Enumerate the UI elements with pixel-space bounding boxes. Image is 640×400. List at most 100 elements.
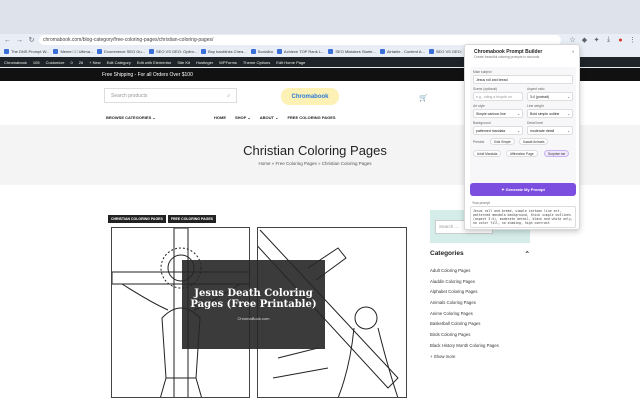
bookmark-label: Airtable - Content A...	[386, 48, 425, 54]
featured-post-image[interactable]: Jesus Death Coloring Pages (Free Printab…	[109, 227, 410, 398]
category-item[interactable]: Basketball Coloring Pages	[430, 319, 530, 330]
preset-adult-mandala[interactable]: Adult Mandala	[473, 150, 502, 157]
back-icon[interactable]: ←	[3, 36, 12, 45]
style-value: Simple cartoon line	[476, 111, 506, 116]
bookmark-item[interactable]: The DNS Prompt W...	[4, 48, 50, 54]
category-item[interactable]: Adult Coloring Pages	[430, 266, 530, 277]
wp-admin-item[interactable]: WPForms	[219, 60, 237, 65]
bookmark-icon	[250, 48, 256, 54]
browse-label: BROWSE CATEGORIES	[106, 114, 152, 120]
aspect-value: 3:4 (portrait)	[530, 94, 550, 99]
wp-admin-item[interactable]: 105	[33, 60, 40, 65]
extension-icon[interactable]: ◆	[580, 36, 589, 45]
bookmark-item[interactable]: Buy backlinks Chea...	[201, 48, 247, 54]
bookmark-item[interactable]: Achieve TOP Rank L...	[276, 48, 324, 54]
bookmark-label: SEO Mistakes Starte...	[335, 48, 376, 54]
preset-surprise-me[interactable]: Surprise me	[544, 150, 570, 157]
show-more-link[interactable]: + Show more	[430, 354, 455, 359]
bookmark-item[interactable]: Ecommerce SEO Gu...	[97, 48, 145, 54]
category-list: Adult Coloring Pages Aladdin Coloring Pa…	[430, 266, 530, 352]
bookmark-icon	[53, 48, 59, 54]
wp-admin-item[interactable]: Customize	[46, 60, 65, 65]
prompt-output[interactable]: Jesus roll and bread, simple cartoon lin…	[470, 206, 576, 228]
category-item[interactable]: Aladdin Coloring Pages	[430, 277, 530, 288]
aspect-select[interactable]: 3:4 (portrait) ⌄	[527, 92, 573, 101]
menu-icon[interactable]: ⋮	[628, 36, 637, 45]
bookmark-label: Meme □□ Ultima...	[60, 48, 94, 54]
bookmark-item[interactable]: Meme □□ Ultima...	[53, 48, 94, 54]
extension-subtitle: Create beautiful coloring prompts in sec…	[474, 55, 540, 59]
bookmark-label: The DNS Prompt W...	[11, 48, 50, 54]
sidebar-search-placeholder: Search ...	[439, 224, 459, 229]
bookmark-item[interactable]: SEO VS GEO: Optim...	[148, 48, 198, 54]
browse-categories-menu[interactable]: BROWSE CATEGORIES ⌄	[106, 115, 214, 120]
category-item[interactable]: Animals Coloring Pages	[430, 298, 530, 309]
nav-shop[interactable]: SHOP ⌄	[235, 115, 251, 120]
logo-text: Chromabook	[291, 93, 329, 100]
wp-admin-item[interactable]: + New	[89, 60, 100, 65]
chevron-down-icon: ⌄	[567, 94, 570, 99]
theme-toggle-icon[interactable]: ◐	[572, 49, 575, 55]
preset-kawaii-animals[interactable]: Kawaii Animals	[519, 138, 549, 145]
bookmark-icon	[428, 48, 434, 54]
preset-affirmation-page[interactable]: Affirmation Page	[506, 150, 538, 157]
extension-popup: Chromabook Prompt Builder Create beautif…	[464, 44, 580, 230]
detail-select[interactable]: moderate detail ⌄	[527, 126, 573, 135]
featured-title-overlay: Jesus Death Coloring Pages (Free Printab…	[182, 260, 325, 349]
bookmark-label: SEO VS GEO:	[435, 48, 462, 54]
wp-admin-item[interactable]: 0	[71, 60, 73, 65]
extensions-puzzle-icon[interactable]: ✦	[592, 36, 601, 45]
preset-kids-simple[interactable]: Kids Simple	[490, 138, 515, 145]
bookmark-label: Socialbu	[257, 48, 273, 54]
site-logo[interactable]: Chromabook	[281, 88, 339, 105]
bookmark-label: SEO VS GEO: Optim...	[155, 48, 198, 54]
main-subject-field[interactable]: Jesus roll and bread	[473, 75, 573, 84]
presets-label: Presets	[473, 140, 485, 144]
forward-icon[interactable]: →	[15, 36, 24, 45]
wp-admin-item[interactable]: Edit with Elementor	[137, 60, 171, 65]
category-item[interactable]: Birds Coloring Pages	[430, 330, 530, 341]
category-item[interactable]: Anime Coloring Pages	[430, 309, 530, 320]
nav-free-coloring-pages[interactable]: FREE COLORING PAGES	[287, 115, 335, 120]
cart-icon[interactable]: 🛒	[419, 94, 428, 102]
url-text: chromabook.com/blog-category/free-colori…	[43, 37, 214, 43]
bookmark-item[interactable]: SEO Mistakes Starte...	[328, 48, 376, 54]
download-icon[interactable]: ⤓	[604, 36, 613, 45]
bookmark-item[interactable]: SEO VS GEO:	[428, 48, 462, 54]
bookmark-icon	[97, 48, 103, 54]
categories-heading: Categories ⌃	[430, 250, 530, 258]
scene-label: Scene (optional)	[473, 87, 498, 91]
bookmark-icon	[4, 48, 9, 54]
generate-prompt-button[interactable]: ✦ Generate My Prompt	[470, 183, 576, 196]
profile-avatar-icon[interactable]: ●	[616, 36, 625, 45]
wp-admin-item[interactable]: Chromabook	[4, 60, 27, 65]
wp-admin-item[interactable]: Edit Category	[107, 60, 131, 65]
style-label: Art style	[473, 104, 485, 108]
background-select[interactable]: patterned mandala ⌄	[473, 126, 523, 135]
product-search-input[interactable]: Search products ⌕	[104, 88, 237, 103]
bookmark-item[interactable]: Airtable - Content A...	[379, 48, 425, 54]
bookmark-icon	[379, 48, 385, 54]
style-select[interactable]: Simple cartoon line ⌄	[473, 109, 523, 118]
scene-field[interactable]: e.g., riding a bicycle on	[473, 92, 523, 101]
bookmark-item[interactable]: Socialbu	[250, 48, 273, 54]
category-item[interactable]: Black History Month Coloring Pages	[430, 341, 530, 352]
nav-home[interactable]: HOME	[214, 115, 226, 120]
wp-admin-item[interactable]: Theme Options	[243, 60, 270, 65]
reload-icon[interactable]: ↻	[27, 36, 36, 45]
category-item[interactable]: Alphabet Coloring Pages	[430, 287, 530, 298]
line-select[interactable]: Bold simple outline ⌄	[527, 109, 573, 118]
search-icon[interactable]: ⌕	[227, 93, 230, 99]
nav-about[interactable]: ABOUT ⌄	[260, 115, 279, 120]
nav-links: HOME SHOP ⌄ ABOUT ⌄ FREE COLORING PAGES	[214, 115, 336, 120]
wp-admin-item[interactable]: Hostinger	[196, 60, 213, 65]
featured-watermark: ChromaBook.com	[237, 316, 270, 321]
wp-admin-item[interactable]: Edit Home Page	[276, 60, 305, 65]
background-value: patterned mandala	[476, 128, 506, 133]
wp-admin-item[interactable]: Site Kit	[177, 60, 190, 65]
bookmark-icon	[201, 48, 207, 54]
tag-free[interactable]: FREE COLORING PAGES	[167, 215, 216, 223]
wp-admin-item[interactable]: 26	[79, 60, 83, 65]
chevron-up-icon[interactable]: ⌃	[525, 250, 530, 258]
tag-christian[interactable]: CHRISTIAN COLORING PAGES	[108, 215, 166, 223]
